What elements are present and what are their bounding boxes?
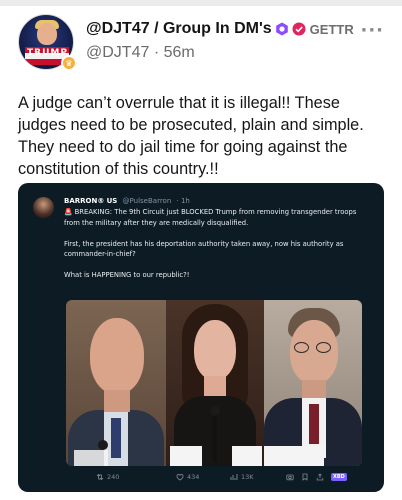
microphone (210, 406, 220, 416)
embed-paragraph: First, the president has his deportation… (64, 239, 364, 260)
handle[interactable]: @DJT47 (86, 44, 149, 61)
embed-photo[interactable] (66, 300, 362, 466)
views-button[interactable]: 13K (230, 473, 254, 481)
siren-icon: 🚨 (64, 208, 73, 216)
photo-panel-left (66, 300, 166, 466)
head (194, 320, 236, 380)
embed-header: BARRON® US @PulseBarron · 1h (64, 197, 190, 205)
like-count: 434 (187, 473, 200, 481)
repost-button[interactable]: 240 (96, 473, 119, 481)
x-badge[interactable]: XBD (331, 473, 347, 481)
nameplate (74, 450, 108, 466)
share-icon[interactable] (316, 473, 324, 481)
photo-panel-center (166, 300, 264, 466)
embed-actions: 240 434 13K XBD (18, 468, 384, 486)
influencer-badge-icon (275, 22, 288, 36)
nameplate (264, 446, 324, 466)
timestamp: 56m (163, 44, 195, 61)
avatar-face (37, 23, 57, 45)
glasses-left (294, 342, 309, 353)
platform-label: GETTR (309, 21, 354, 37)
embed-paragraph: What is HAPPENING to our republic?! (64, 270, 364, 281)
verified-badge-icon (292, 22, 306, 36)
name-row: @DJT47 / Group In DM's GETTR (86, 20, 354, 38)
embedded-post[interactable]: BARRON® US @PulseBarron · 1h 🚨 BREAKING:… (18, 183, 384, 492)
level-badge-icon: ♛ (61, 55, 77, 71)
post-meta: @DJT47 · 56m (86, 44, 195, 62)
embed-body: 🚨 BREAKING: The 9th Circuit just BLOCKED… (64, 207, 364, 291)
embed-line2: First, the president has his deportation… (64, 239, 344, 259)
top-bar (0, 0, 402, 6)
photo-panel-right (264, 300, 362, 466)
embed-author[interactable]: BARRON® (64, 197, 104, 205)
more-options-button[interactable]: ··· (360, 20, 384, 41)
avatar-text: TRUMP (27, 48, 68, 58)
glasses-right (316, 342, 331, 353)
neck (302, 380, 326, 400)
embed-line1: BREAKING: The 9th Circuit just BLOCKED T… (64, 208, 357, 227)
neck (104, 390, 130, 412)
microphone (98, 440, 108, 450)
nameplate (232, 446, 262, 466)
embed-avatar[interactable] (33, 197, 54, 218)
embed-handle: @PulseBarron (122, 197, 172, 205)
post-header: TRUMP ♛ @DJT47 / Group In DM's GETTR ···… (18, 14, 388, 80)
view-count: 13K (241, 473, 254, 481)
camera-icon[interactable] (286, 473, 294, 481)
like-button[interactable]: 434 (176, 473, 199, 481)
repost-count: 240 (107, 473, 120, 481)
repost-icon (96, 473, 104, 481)
nameplate (170, 446, 202, 466)
share-group: XBD (286, 473, 347, 481)
display-name[interactable]: @DJT47 / Group In DM's (86, 20, 272, 38)
meta-separator: · (149, 44, 164, 61)
bookmark-icon[interactable] (301, 473, 309, 481)
embed-line3: What is HAPPENING to our republic?! (64, 271, 190, 279)
tie (309, 404, 319, 444)
head (90, 318, 144, 394)
embed-paragraph: 🚨 BREAKING: The 9th Circuit just BLOCKED… (64, 207, 364, 228)
heart-icon (176, 474, 184, 481)
tie (111, 418, 121, 458)
views-chart-icon (230, 474, 238, 480)
embed-time: · 1h (176, 197, 190, 205)
flag-icon: US (106, 197, 118, 205)
neck (204, 376, 226, 398)
microphone-stand (213, 412, 217, 462)
post-text: A judge can’t overrule that it is illega… (18, 94, 364, 178)
